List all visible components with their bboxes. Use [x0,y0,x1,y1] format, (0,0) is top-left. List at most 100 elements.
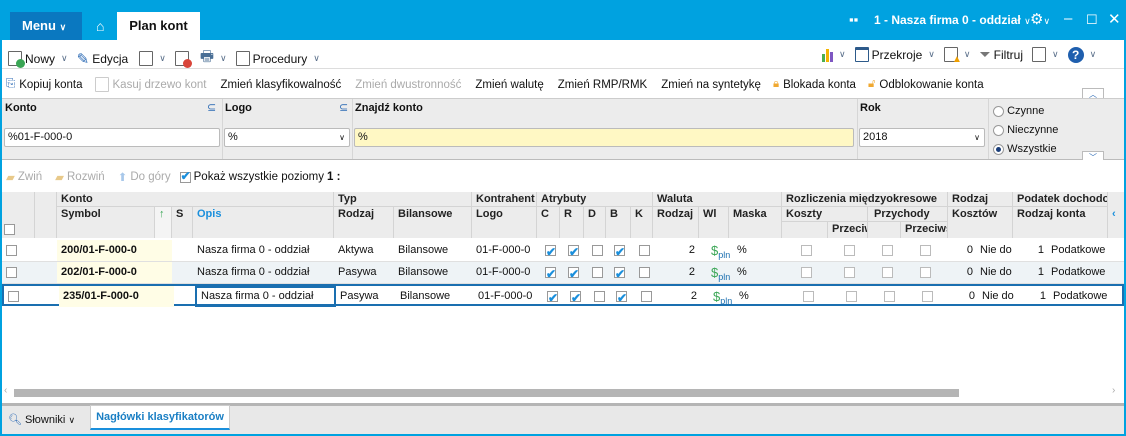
podatek-code-cell[interactable]: 1 [1015,286,1049,307]
przeciw-koszty-cell[interactable] [840,262,860,283]
attr-r-cell[interactable] [566,286,586,307]
attr-k-cell[interactable] [635,262,655,283]
sections-button[interactable]: Przekroje [872,48,923,62]
tab-classifier-headers[interactable]: Nagłówki klasyfikatorów [90,405,230,430]
rodzaj-cell[interactable]: Pasywa [334,262,394,283]
attr-b-checkbox[interactable] [616,288,627,307]
change-two-sided-button[interactable]: Zmień dwustronność [355,79,461,91]
header-opis[interactable]: Opis [193,207,334,238]
koszty-cell[interactable] [797,240,817,261]
logo-cell[interactable]: 01-F-000-0 [474,286,539,307]
header-koszty[interactable]: Koszty [782,207,868,222]
attr-d-checkbox[interactable] [592,244,603,256]
przychody-cell[interactable] [878,240,898,261]
kosztow-cell[interactable]: Nie do [976,240,1013,261]
tab-plan-kont[interactable]: Plan kont [117,12,200,40]
header-waluta-rodzaj[interactable]: Rodzaj [653,207,699,238]
podatek-cell[interactable]: Podatkowe [1047,240,1109,261]
przychody-checkbox[interactable] [882,244,893,256]
grid-settings-icon[interactable] [1032,47,1047,62]
scroll-columns-left-icon[interactable]: ‹ [1108,207,1124,238]
scroll-left-icon[interactable]: ‹ [4,385,7,396]
przeciw-przychody-cell[interactable] [916,240,936,261]
koszty-checkbox[interactable] [801,244,812,256]
change-currency-button[interactable]: Zmień walutę [475,79,543,91]
podatek-cell[interactable]: Podatkowe [1049,286,1111,307]
przeciw-koszty-checkbox[interactable] [846,290,857,302]
opis-cell[interactable]: Nasza firma 0 - oddział [193,240,334,261]
chevron-down-icon[interactable]: ∨ [159,53,166,64]
header-wl[interactable]: Wl [699,207,729,238]
kosztow-cell[interactable]: Nie do [976,262,1013,283]
koszty-checkbox[interactable] [801,266,812,278]
row-checkbox[interactable] [6,244,17,256]
select-all-checkbox[interactable] [4,224,15,235]
table-row[interactable]: 200/01-F-000-0 Nasza firma 0 - oddział Akt… [2,240,1124,262]
przeciw-koszty-checkbox[interactable] [844,244,855,256]
attr-k-checkbox[interactable] [641,290,652,302]
attr-b-cell[interactable] [612,286,632,307]
attr-c-cell[interactable] [541,240,561,261]
rodzaj-cell[interactable]: Pasywa [336,286,396,307]
chevron-down-icon[interactable]: ∨ [964,49,971,60]
rodzaj-cell[interactable]: Aktywa [334,240,394,261]
header-rodzaj[interactable]: Rodzaj [334,207,394,238]
header-przychody[interactable]: Przychody [868,207,948,222]
delete-icon[interactable] [174,51,192,68]
przeciw-koszty-cell[interactable] [840,240,860,261]
konto-input[interactable]: %01-F-000-0 [4,128,220,147]
symbol-cell[interactable]: 202/01-F-000-0 [57,262,172,283]
year-select[interactable]: 2018 ∨ [859,128,985,147]
przychody-checkbox[interactable] [884,290,895,302]
expand-filters-button[interactable]: ﹀ [1082,151,1104,162]
bilansowe-cell[interactable]: Bilansowe [396,286,474,307]
attr-b-cell[interactable] [610,240,630,261]
new-button[interactable]: Nowy [25,52,55,66]
unlock-account-button[interactable]: Odblokowanie konta [879,79,983,91]
table-row[interactable]: 202/01-F-000-0 Nasza firma 0 - oddział Pas… [2,262,1124,284]
header-przeciw-przychody[interactable]: Przeciws [901,222,948,238]
attr-b-checkbox[interactable] [614,264,625,283]
attr-c-checkbox[interactable] [547,288,558,307]
koszty-cell[interactable] [799,286,819,307]
header-c[interactable]: C [537,207,560,238]
header-d[interactable]: D [584,207,606,238]
podatek-code-cell[interactable]: 1 [1013,240,1047,261]
expand-button[interactable]: Rozwiń [67,171,105,183]
symbol-cell[interactable]: 235/01-F-000-0 [59,286,174,307]
warning-settings-icon[interactable]: ▲ [943,47,962,65]
radio-button[interactable] [993,124,1004,136]
kosztow-cell[interactable]: Nie do [978,286,1015,307]
change-classification-button[interactable]: Zmień klasyfikowalność [220,79,341,91]
procedures-button[interactable]: Procedury [253,52,308,66]
logo-select[interactable]: % ∨ [224,128,350,147]
minimize-button[interactable]: – [1064,10,1072,27]
row-select-cell[interactable] [2,262,35,283]
gear-icon[interactable]: ⚙∨ [1030,10,1050,28]
attr-r-checkbox[interactable] [568,242,579,261]
preview-icon[interactable] [139,51,154,66]
header-s[interactable]: S [172,207,193,238]
chevron-down-icon[interactable]: ∨ [1052,49,1059,60]
up-button[interactable]: Do góry [130,171,170,183]
subset-icon[interactable]: ⊆ [207,101,216,114]
radio-nieczynne[interactable]: Nieczynne [993,124,1058,136]
przeciw-koszty-cell[interactable] [842,286,862,307]
opis-cell[interactable]: Nasza firma 0 - oddział [193,262,334,283]
collapse-filters-button[interactable]: ︿ [1082,88,1104,99]
filter-button[interactable]: Filtruj [994,48,1023,62]
chart-icon[interactable] [822,48,833,62]
currency-type-cell[interactable]: 2 [653,262,699,283]
attr-k-cell[interactable] [637,286,657,307]
attr-d-cell[interactable] [588,240,608,261]
przychody-cell[interactable] [878,262,898,283]
help-icon[interactable]: ? [1067,46,1084,63]
kosztow-code-cell[interactable]: 0 [948,262,976,283]
row-checkbox[interactable] [8,290,19,302]
header-przeciw-koszty[interactable]: Przeciw [828,222,868,238]
podatek-code-cell[interactable]: 1 [1013,262,1047,283]
radio-button[interactable] [993,143,1004,155]
chevron-down-icon[interactable]: ∨ [928,49,935,60]
delete-tree-button[interactable]: Kasuj drzewo kont [113,79,207,91]
subset-icon[interactable]: ⊆ [339,101,348,114]
